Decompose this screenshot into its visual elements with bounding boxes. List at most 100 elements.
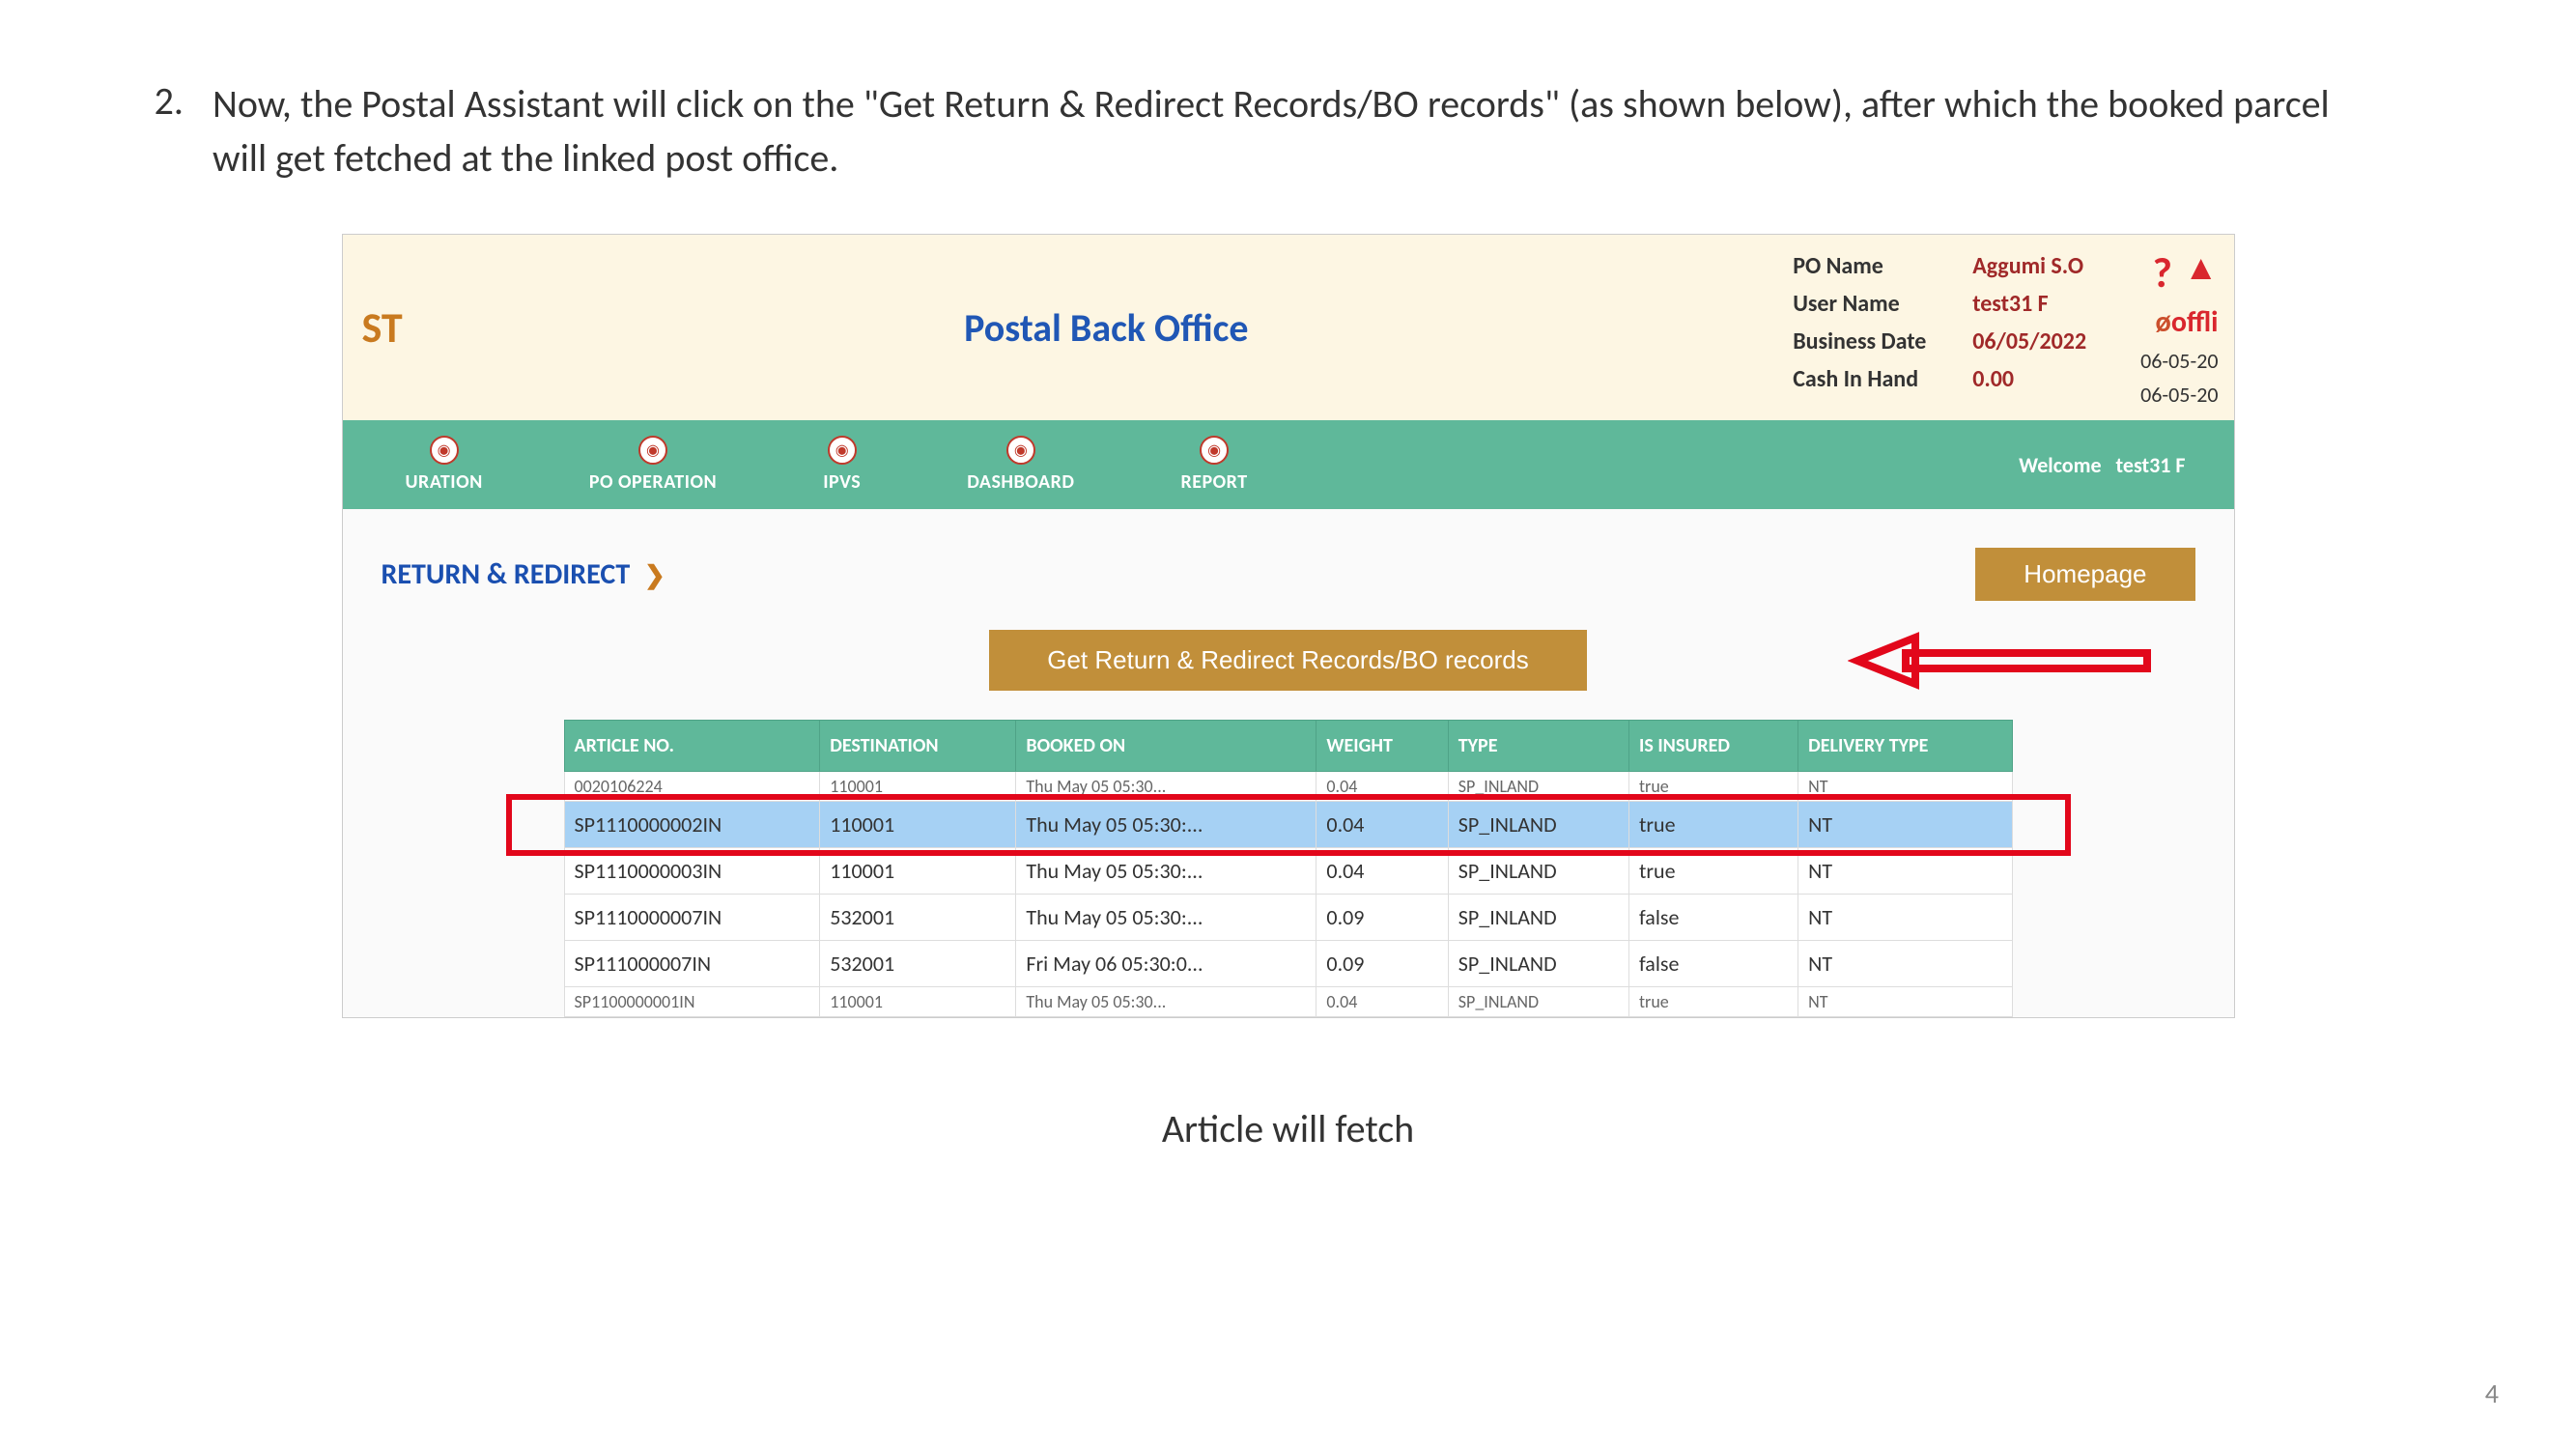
slide-caption: Article will fetch — [145, 1105, 2431, 1152]
table-row[interactable]: 0020106224110001Thu May 05 05:30...0.04S… — [564, 772, 2012, 802]
table-cell: Fri May 06 05:30:0... — [1016, 941, 1316, 987]
nav-label: PO OPERATION — [589, 470, 717, 494]
app-title: Postal Back Office — [964, 304, 1248, 352]
table-cell: NT — [1798, 802, 2012, 848]
table-cell: SP1110000003IN — [564, 848, 820, 895]
nav-label: IPVS — [823, 470, 861, 494]
table-row[interactable]: SP1110000007IN532001Thu May 05 05:30:...… — [564, 895, 2012, 941]
nav-item-ipvs[interactable]: ◉ IPVS — [770, 436, 914, 494]
header-date-1: 06-05-20 — [2140, 348, 2218, 374]
table-cell: 0.09 — [1316, 941, 1448, 987]
welcome-prefix: Welcome — [2019, 452, 2102, 478]
table-cell: true — [1629, 802, 1798, 848]
nav-item-dashboard[interactable]: ◉ DASHBOARD — [914, 436, 1127, 494]
table-cell: 532001 — [820, 895, 1016, 941]
main-nav: ◉ URATION ◉ PO OPERATION ◉ IPVS ◉ DASHBO… — [343, 420, 2234, 509]
table-cell: false — [1629, 941, 1798, 987]
table-cell: SP_INLAND — [1448, 895, 1628, 941]
table-cell: true — [1629, 848, 1798, 895]
nav-label: DASHBOARD — [967, 470, 1074, 494]
cash-in-hand-label: Cash In Hand — [1793, 365, 1957, 393]
table-cell: 0.04 — [1316, 772, 1448, 802]
instruction-number: 2. — [145, 77, 184, 185]
table-cell: SP_INLAND — [1448, 848, 1628, 895]
nav-label: URATION — [406, 470, 483, 494]
table-cell: true — [1629, 987, 1798, 1017]
table-cell: Thu May 05 05:30:... — [1016, 802, 1316, 848]
header-date-2: 06-05-20 — [2140, 382, 2218, 408]
table-header-cell: IS INSURED — [1629, 721, 1798, 772]
app-header: ST Postal Back Office PO Name Aggumi S.O… — [343, 235, 2234, 420]
nav-icon: ◉ — [1006, 436, 1035, 465]
nav-icon: ◉ — [1200, 436, 1229, 465]
records-table-wrap: ARTICLE NO.DESTINATIONBOOKED ONWEIGHTTYP… — [564, 720, 2013, 1017]
table-cell: 0.04 — [1316, 848, 1448, 895]
table-cell: SP1110000007IN — [564, 895, 820, 941]
section-header-row: RETURN & REDIRECT ❯ Homepage — [382, 548, 2195, 601]
table-cell: SP_INLAND — [1448, 941, 1628, 987]
table-cell: Thu May 05 05:30:... — [1016, 848, 1316, 895]
table-cell: 0.04 — [1316, 987, 1448, 1017]
nav-item-po-operation[interactable]: ◉ PO OPERATION — [536, 436, 770, 494]
table-cell: NT — [1798, 987, 2012, 1017]
table-cell: SP_INLAND — [1448, 987, 1628, 1017]
get-return-redirect-button[interactable]: Get Return & Redirect Records/BO records — [989, 630, 1587, 691]
table-header-cell: DELIVERY TYPE — [1798, 721, 2012, 772]
nav-label: REPORT — [1180, 470, 1247, 494]
table-row[interactable]: SP1110000003IN110001Thu May 05 05:30:...… — [564, 848, 2012, 895]
table-cell: 0.09 — [1316, 895, 1448, 941]
instruction-text: Now, the Postal Assistant will click on … — [212, 77, 2337, 185]
table-header-cell: BOOKED ON — [1016, 721, 1316, 772]
table-cell: NT — [1798, 848, 2012, 895]
chevron-right-icon: ❯ — [644, 559, 665, 590]
table-header-cell: TYPE — [1448, 721, 1628, 772]
table-header-cell: WEIGHT — [1316, 721, 1448, 772]
table-cell: SP111000007IN — [564, 941, 820, 987]
nav-item-report[interactable]: ◉ REPORT — [1127, 436, 1300, 494]
annotation-arrow-icon — [1848, 632, 2157, 690]
table-header-row: ARTICLE NO.DESTINATIONBOOKED ONWEIGHTTYP… — [564, 721, 2012, 772]
section-title-text: RETURN & REDIRECT — [382, 556, 631, 592]
table-cell: SP_INLAND — [1448, 772, 1628, 802]
cash-in-hand-value: 0.00 — [1972, 365, 2014, 393]
header-info-block: PO Name Aggumi S.O User Name test31 F Bu… — [1773, 235, 2125, 420]
nav-icon: ◉ — [430, 436, 459, 465]
table-cell: 110001 — [820, 987, 1016, 1017]
table-cell: SP1110000002IN — [564, 802, 820, 848]
nav-item-uration[interactable]: ◉ URATION — [353, 436, 536, 494]
records-table: ARTICLE NO.DESTINATIONBOOKED ONWEIGHTTYP… — [564, 720, 2013, 1017]
header-title-wrap: Postal Back Office — [439, 235, 1774, 420]
table-header-cell: ARTICLE NO. — [564, 721, 820, 772]
table-cell: SP_INLAND — [1448, 802, 1628, 848]
user-name-value: test31 F — [1972, 290, 2049, 318]
help-icon[interactable]: ? — [2152, 246, 2171, 298]
offli-logo: øoffli — [2156, 304, 2219, 340]
table-cell: 0.04 — [1316, 802, 1448, 848]
table-row[interactable]: SP1100000001IN110001Thu May 05 05:30...0… — [564, 987, 2012, 1017]
section-title: RETURN & REDIRECT ❯ — [382, 556, 665, 592]
get-records-row: Get Return & Redirect Records/BO records — [382, 630, 2195, 691]
app-screenshot: ST Postal Back Office PO Name Aggumi S.O… — [342, 234, 2235, 1018]
app-body: RETURN & REDIRECT ❯ Homepage Get Return … — [343, 509, 2234, 1017]
po-name-label: PO Name — [1793, 252, 1957, 280]
homepage-button[interactable]: Homepage — [1975, 548, 2194, 601]
header-right-block: ? ▲ øoffli 06-05-20 06-05-20 — [2125, 235, 2233, 420]
table-row[interactable]: SP1110000002IN110001Thu May 05 05:30:...… — [564, 802, 2012, 848]
table-cell: NT — [1798, 941, 2012, 987]
table-cell: 0020106224 — [564, 772, 820, 802]
alert-icon[interactable]: ▲ — [2184, 246, 2219, 298]
offli-text: offli — [2171, 304, 2219, 340]
table-cell: 110001 — [820, 848, 1016, 895]
business-date-value: 06/05/2022 — [1972, 327, 2086, 355]
instruction-row: 2. Now, the Postal Assistant will click … — [145, 77, 2431, 185]
table-row[interactable]: SP111000007IN532001Fri May 06 05:30:0...… — [564, 941, 2012, 987]
table-cell: 110001 — [820, 772, 1016, 802]
table-cell: Thu May 05 05:30... — [1016, 772, 1316, 802]
table-cell: false — [1629, 895, 1798, 941]
table-cell: 110001 — [820, 802, 1016, 848]
table-cell: NT — [1798, 895, 2012, 941]
page-number: 4 — [2485, 1377, 2499, 1410]
user-name-label: User Name — [1793, 290, 1957, 318]
business-date-label: Business Date — [1793, 327, 1957, 355]
table-cell: 532001 — [820, 941, 1016, 987]
